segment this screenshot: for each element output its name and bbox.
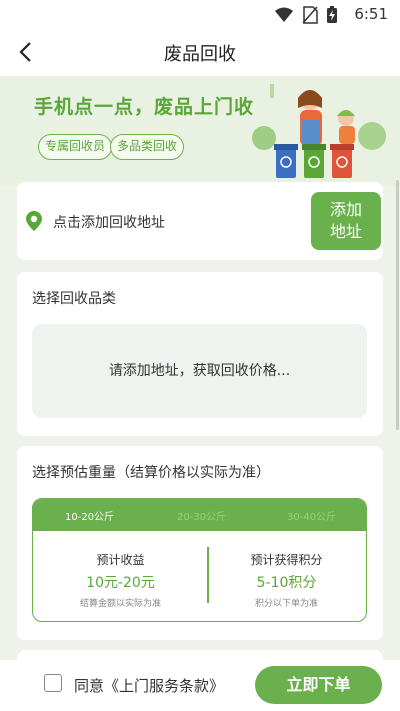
estimated-income: 预计收益 10元-20元 结算金额以实际为准 bbox=[37, 551, 204, 609]
add-address-prompt[interactable]: 点击添加回收地址 bbox=[53, 212, 165, 232]
no-sim-icon bbox=[302, 6, 318, 24]
status-bar: 6:51 bbox=[0, 0, 400, 28]
category-placeholder: 请添加地址，获取回收价格... bbox=[32, 324, 367, 418]
agree-terms-text[interactable]: 同意《上门服务条款》 bbox=[74, 675, 224, 696]
place-order-button[interactable]: 立即下单 bbox=[255, 666, 382, 704]
wifi-icon bbox=[275, 7, 293, 22]
app-bar: 废品回收 bbox=[0, 28, 400, 76]
income-note: 结算金额以实际为准 bbox=[79, 599, 161, 609]
points-value: 5-10积分 bbox=[256, 575, 317, 591]
weight-tabs: 10-20公斤 20-30公斤 30-40公斤 bbox=[33, 499, 366, 531]
battery-charging-icon bbox=[327, 6, 337, 23]
weight-tab-30-40[interactable]: 30-40公斤 bbox=[287, 508, 336, 523]
promo-banner: 手机点一点，废品上门收 专属回收员 多品类回收 bbox=[0, 76, 400, 186]
status-icons bbox=[274, 6, 338, 24]
agree-checkbox[interactable] bbox=[44, 674, 62, 692]
banner-tag-categories: 多品类回收 bbox=[110, 134, 185, 160]
location-pin-icon bbox=[26, 211, 42, 231]
bottom-bar: 同意《上门服务条款》 立即下单 bbox=[0, 660, 400, 711]
weight-card: 选择预估重量（结算价格以实际为准） 10-20公斤 20-30公斤 30-40公… bbox=[17, 446, 383, 640]
category-title: 选择回收品类 bbox=[32, 291, 116, 307]
banner-slogan: 手机点一点，废品上门收 bbox=[34, 96, 255, 118]
points-note: 积分以下单为准 bbox=[254, 599, 318, 609]
income-label: 预计收益 bbox=[96, 553, 145, 567]
banner-tag-collector: 专属回收员 bbox=[38, 134, 113, 160]
page-title: 废品回收 bbox=[164, 44, 236, 65]
recycling-illustration bbox=[252, 84, 386, 178]
income-value: 10元-20元 bbox=[86, 575, 155, 591]
estimated-points: 预计获得积分 5-10积分 积分以下单为准 bbox=[203, 551, 366, 609]
scrollbar[interactable] bbox=[396, 180, 399, 430]
address-card[interactable]: 点击添加回收地址 添加 地址 bbox=[17, 182, 383, 260]
weight-tab-20-30[interactable]: 20-30公斤 bbox=[177, 508, 226, 523]
add-address-button[interactable]: 添加 地址 bbox=[311, 192, 381, 250]
points-label: 预计获得积分 bbox=[250, 553, 323, 567]
weight-title: 选择预估重量（结算价格以实际为准） bbox=[32, 465, 270, 481]
category-card: 选择回收品类 请添加地址，获取回收价格... bbox=[17, 272, 383, 436]
weight-tab-10-20[interactable]: 10-20公斤 bbox=[65, 508, 114, 523]
status-time: 6:51 bbox=[354, 5, 388, 23]
weight-selector: 10-20公斤 20-30公斤 30-40公斤 预计收益 10元-20元 结算金… bbox=[32, 498, 367, 622]
